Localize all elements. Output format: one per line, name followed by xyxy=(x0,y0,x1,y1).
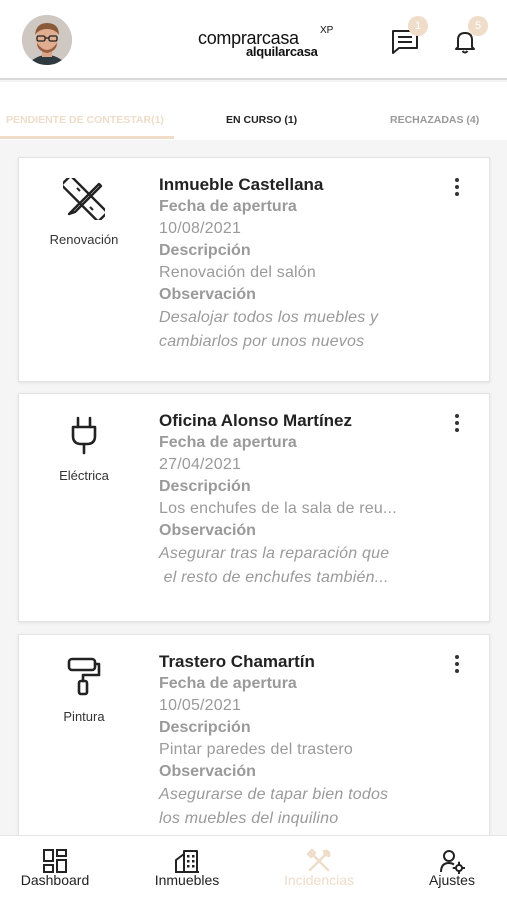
fecha-label: Fecha de apertura xyxy=(159,675,297,692)
nav-inmuebles[interactable]: Inmuebles xyxy=(146,836,228,900)
more-options-button[interactable] xyxy=(447,414,467,438)
incident-card[interactable]: Eléctrica Oficina Alonso Martínez Fecha … xyxy=(18,393,490,622)
observacion-line-1: Desalojar todos los muebles y xyxy=(159,309,379,326)
fecha-value: 10/08/2021 xyxy=(159,220,242,237)
observacion-label: Observación xyxy=(159,286,256,303)
card-title: Trastero Chamartín xyxy=(159,652,315,671)
observacion-label: Observación xyxy=(159,763,256,780)
observacion-line-2: el resto de enchufes también... xyxy=(159,569,389,586)
notifications-button[interactable]: 5 xyxy=(450,16,488,56)
messages-badge: 1 xyxy=(408,16,428,36)
card-body: Trastero Chamartín Fecha de apertura 10/… xyxy=(159,651,459,831)
fecha-value: 27/04/2021 xyxy=(159,456,242,473)
user-settings-icon xyxy=(440,850,465,874)
status-tabs: PENDIENTE DE CONTESTAR(1) EN CURSO (1) R… xyxy=(0,82,507,140)
bottom-navigation: Dashboard Inmuebles Incidencias Ajustes xyxy=(0,835,507,900)
fecha-label: Fecha de apertura xyxy=(159,198,297,215)
notifications-badge: 5 xyxy=(468,16,488,36)
avatar[interactable] xyxy=(22,15,72,65)
app-header: comprarcasa XP alquilarcasa 1 5 xyxy=(0,0,507,80)
category-label: Pintura xyxy=(63,709,105,724)
category-label: Renovación xyxy=(49,232,119,247)
nav-ajustes[interactable]: Ajustes xyxy=(416,836,488,900)
card-title: Oficina Alonso Martínez xyxy=(159,411,353,430)
incident-card[interactable]: Pintura Trastero Chamartín Fecha de aper… xyxy=(18,634,490,849)
active-tab-indicator xyxy=(0,136,174,139)
card-title: Inmueble Castellana xyxy=(159,175,324,194)
descripcion-value: Los enchufes de la sala de reu... xyxy=(159,500,397,517)
plug-icon xyxy=(71,416,97,455)
logo-xp: XP xyxy=(320,25,334,36)
observacion-line-2: los muebles del inquilino xyxy=(159,810,339,827)
tools-icon xyxy=(306,848,331,872)
descripcion-value: Renovación del salón xyxy=(159,264,316,281)
tab-rechazadas[interactable]: RECHAZADAS (4) xyxy=(390,114,479,126)
messages-button[interactable]: 1 xyxy=(390,16,428,56)
descripcion-value: Pintar paredes del trastero xyxy=(159,741,353,758)
fecha-value: 10/05/2021 xyxy=(159,697,242,714)
pencil-ruler-icon xyxy=(63,178,105,220)
incident-card[interactable]: Renovación Inmueble Castellana Fecha de … xyxy=(18,157,490,382)
tab-en-curso[interactable]: EN CURSO (1) xyxy=(226,114,297,126)
fecha-label: Fecha de apertura xyxy=(159,434,297,451)
nav-incidencias[interactable]: Incidencias xyxy=(276,836,362,900)
observacion-line-2: cambiarlos por unos nuevos xyxy=(159,333,365,350)
observacion-label: Observación xyxy=(159,522,256,539)
observacion-line-1: Asegurarse de tapar bien todos xyxy=(159,786,389,803)
dashboard-icon xyxy=(43,849,67,873)
nav-label: Ajustes xyxy=(429,872,475,888)
more-options-button[interactable] xyxy=(447,178,467,202)
nav-label: Incidencias xyxy=(283,872,355,888)
descripcion-label: Descripción xyxy=(159,719,251,736)
building-icon xyxy=(175,850,199,873)
nav-dashboard[interactable]: Dashboard xyxy=(12,836,98,900)
paint-roller-icon xyxy=(67,657,101,696)
card-body: Inmueble Castellana Fecha de apertura 10… xyxy=(159,174,459,354)
logo-alquilarcasa: alquilarcasa xyxy=(246,44,318,59)
observacion-line-1: Asegurar tras la reparación que xyxy=(159,545,390,562)
more-options-button[interactable] xyxy=(447,655,467,679)
app-logo: comprarcasa XP alquilarcasa xyxy=(198,25,338,59)
nav-label: Inmuebles xyxy=(154,872,220,888)
descripcion-label: Descripción xyxy=(159,478,251,495)
descripcion-label: Descripción xyxy=(159,242,251,259)
category-label: Eléctrica xyxy=(59,468,109,483)
avatar-image xyxy=(22,15,72,65)
nav-label: Dashboard xyxy=(20,872,90,888)
tab-pendiente[interactable]: PENDIENTE DE CONTESTAR(1) xyxy=(6,114,164,126)
card-body: Oficina Alonso Martínez Fecha de apertur… xyxy=(159,410,459,590)
